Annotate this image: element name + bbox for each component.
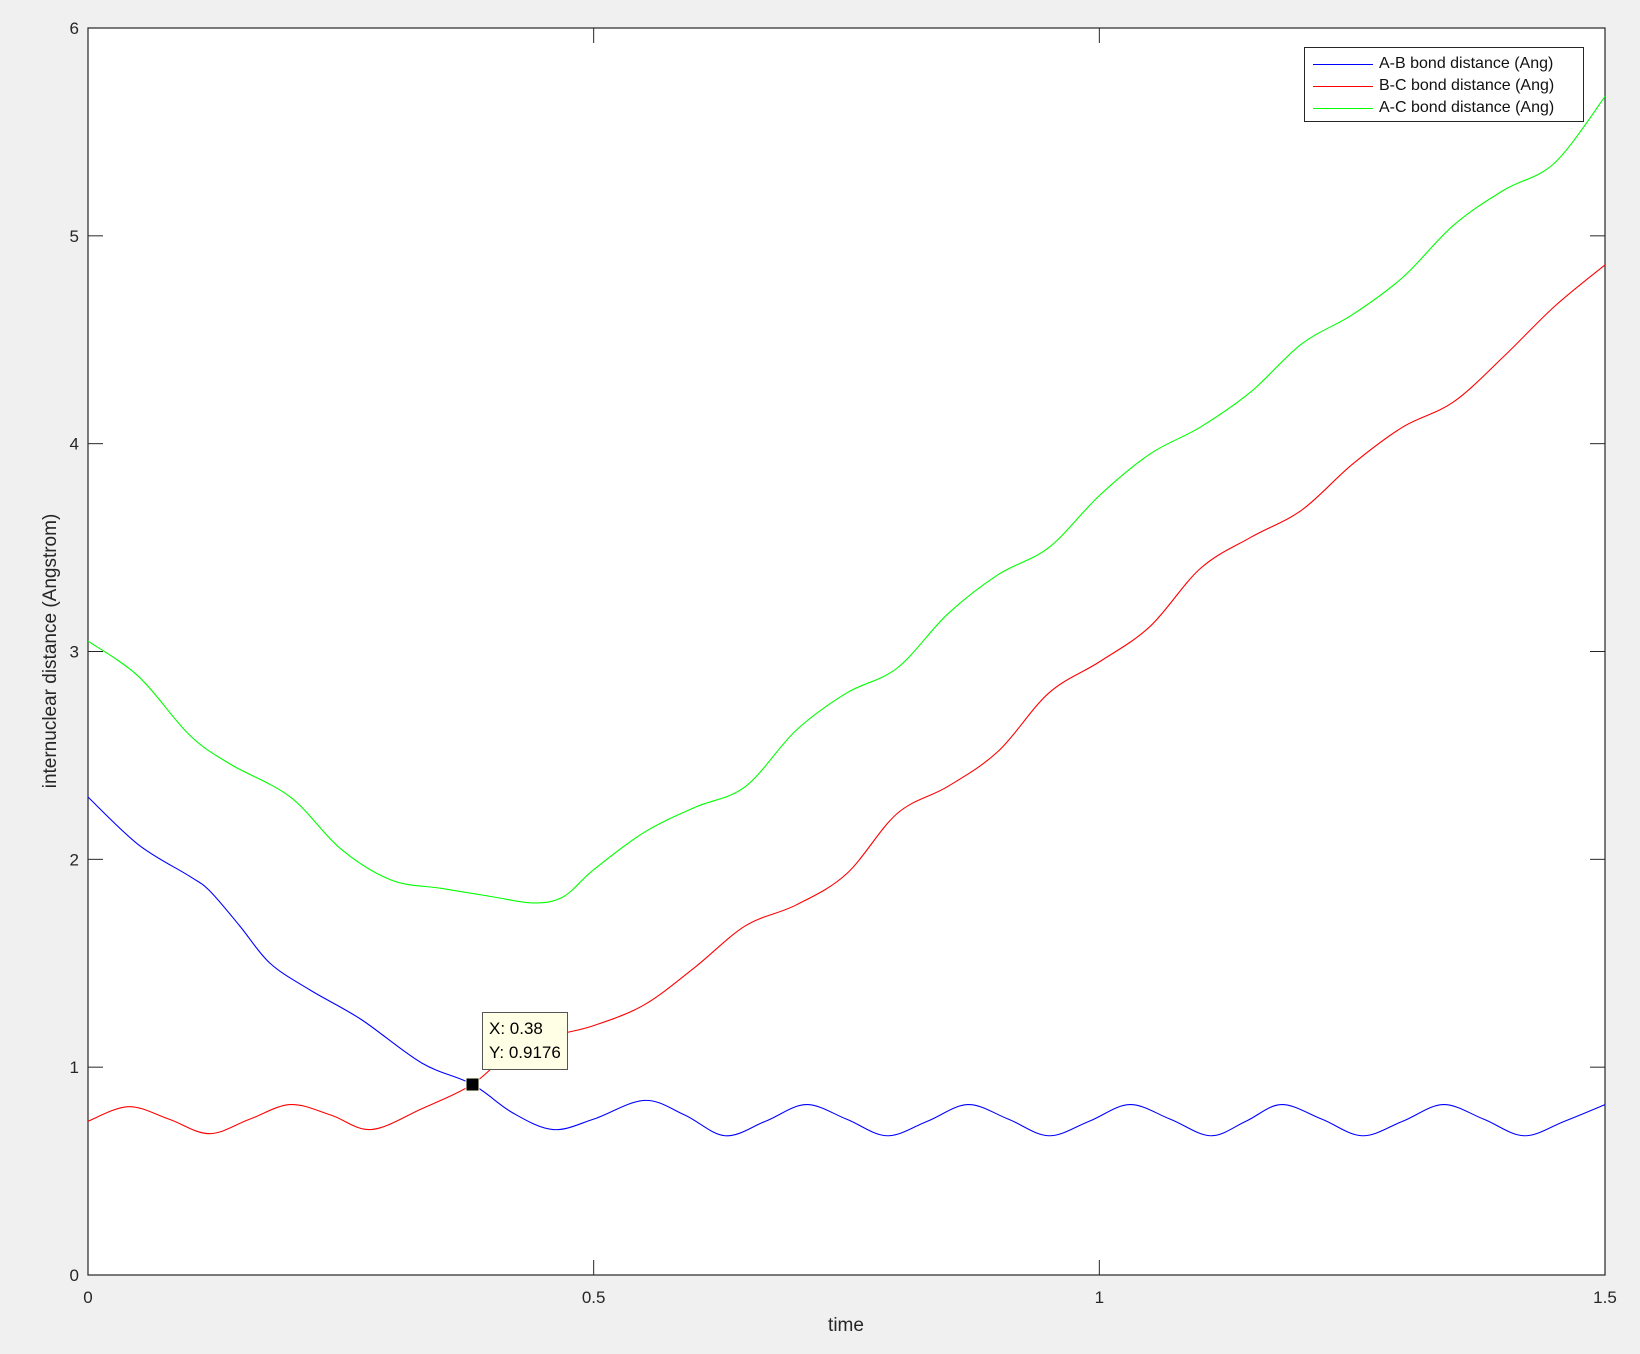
datatip: X: 0.38 Y: 0.9176 [482,1012,568,1070]
datatip-x: X: 0.38 [489,1019,543,1038]
y-axis-label: internuclear distance (Angstrom) [40,514,61,789]
legend-label: A-C bond distance (Ang) [1379,99,1555,116]
legend-entry[interactable]: A-C bond distance (Ang) [1305,97,1583,119]
legend-line-swatch [1313,63,1373,65]
chart: 0 0.5 1 1.5 0 1 2 3 4 5 6 time internuclear distan… [40,19,1617,1336]
x-axis-label: time [828,1315,864,1336]
plot-area [87,27,1606,1276]
legend[interactable]: A-B bond distance (Ang) B-C bond distance… [1304,47,1584,122]
x-tick-label: 1.5 [1593,1288,1617,1307]
datatip-y: Y: 0.9176 [489,1043,561,1062]
x-tick-label: 0.5 [582,1288,606,1307]
datatip-marker[interactable] [465,1077,480,1092]
legend-entry[interactable]: B-C bond distance (Ang) [1305,75,1583,97]
legend-label: A-B bond distance (Ang) [1379,55,1554,72]
y-tick-label: 3 [70,643,79,662]
x-tick-label: 1 [1095,1288,1104,1307]
y-tick-label: 0 [70,1266,79,1285]
y-tick-label: 4 [70,435,79,454]
y-tick-label: 1 [70,1058,79,1077]
legend-line-swatch [1313,85,1373,87]
legend-line-swatch [1313,107,1373,109]
y-tick-label: 6 [70,19,79,38]
y-tick-label: 5 [70,227,79,246]
x-tick-label: 0 [83,1288,92,1307]
legend-label: B-C bond distance (Ang) [1379,77,1555,94]
legend-entry[interactable]: A-B bond distance (Ang) [1305,53,1583,75]
y-tick-label: 2 [70,850,79,869]
